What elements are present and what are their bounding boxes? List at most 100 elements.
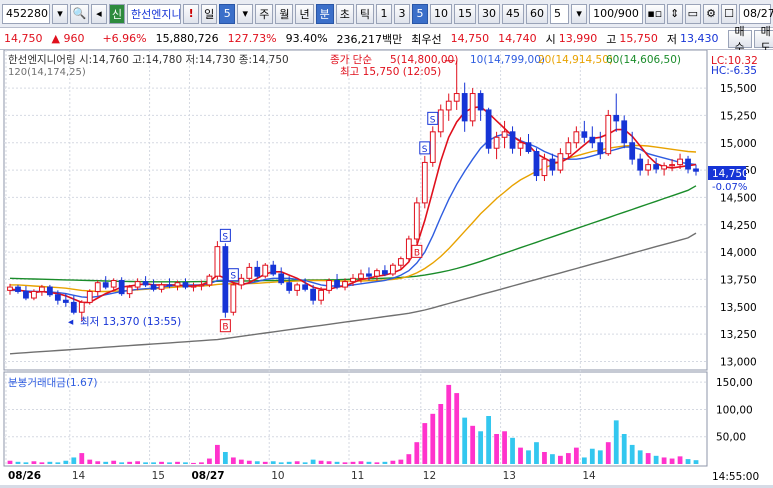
interval-select-text: 5 bbox=[553, 7, 561, 20]
code-dropdown-icon[interactable]: ▾ bbox=[52, 3, 68, 24]
stock-code-text: 452280 bbox=[6, 7, 48, 20]
current-price-tag: 14,750 bbox=[712, 168, 749, 180]
candle-body bbox=[397, 258, 404, 266]
candle-body bbox=[126, 286, 133, 295]
volume-bar bbox=[669, 458, 675, 464]
volume-bar bbox=[693, 460, 699, 464]
period-button-3[interactable]: 분 bbox=[315, 3, 334, 24]
volume-bar bbox=[470, 425, 476, 464]
buy-signal-label: B bbox=[222, 323, 228, 333]
interval-dropdown-icon[interactable]: ▾ bbox=[571, 3, 588, 24]
volume-tick-label: 100,00 bbox=[716, 404, 753, 416]
quote-strength: 93.40% bbox=[285, 32, 328, 45]
volume-bar bbox=[350, 461, 356, 464]
period-button-1[interactable]: 월 bbox=[275, 3, 294, 24]
volume-bar bbox=[246, 460, 252, 464]
date-field[interactable]: 08/27 bbox=[739, 3, 773, 24]
stock-name-field[interactable]: 한선엔지니어 bbox=[126, 3, 182, 24]
quote-best-ask: 14,750 bbox=[450, 32, 490, 45]
checkbox-icon[interactable]: ☐ bbox=[721, 3, 737, 24]
period-button-2[interactable]: 년 bbox=[295, 3, 314, 24]
candle-body bbox=[342, 281, 348, 288]
candle-body bbox=[246, 266, 253, 279]
low-annotation-arrow: ◂ bbox=[68, 316, 74, 328]
period-button-0[interactable]: 주 bbox=[255, 3, 274, 24]
period-button-5[interactable]: 틱 bbox=[355, 3, 374, 24]
candle-body bbox=[621, 120, 628, 144]
indicator-icon[interactable]: ▪▫ bbox=[644, 3, 665, 24]
candle-body bbox=[477, 93, 484, 111]
interval-button-60[interactable]: 60 bbox=[525, 3, 548, 24]
candle-body bbox=[254, 266, 261, 277]
buy-signal-label: B bbox=[414, 248, 420, 258]
count-field[interactable]: 100/900 bbox=[589, 3, 643, 24]
volume-bar bbox=[462, 417, 468, 464]
candle-body bbox=[653, 164, 660, 170]
interval-button-15[interactable]: 15 bbox=[453, 3, 476, 24]
volume-bar bbox=[597, 450, 603, 464]
volume-bar bbox=[550, 454, 555, 464]
sell-signal-label: S bbox=[222, 232, 228, 242]
interval-button-5[interactable]: 5 bbox=[411, 3, 428, 24]
interval-button-30[interactable]: 30 bbox=[477, 3, 500, 24]
period-button-4[interactable]: 초 bbox=[335, 3, 354, 24]
volume-bar bbox=[494, 434, 499, 464]
candle-body bbox=[142, 281, 149, 286]
candle-body bbox=[54, 294, 61, 301]
volume-bar bbox=[47, 461, 53, 464]
volume-bar bbox=[629, 444, 635, 464]
time-tick-label: 10 bbox=[271, 470, 284, 482]
chart-area[interactable]: S S B S S B 15,500 15,250 15,000 14,750 14,500 14,… bbox=[0, 49, 773, 485]
gear-icon[interactable]: ⚙ bbox=[703, 3, 719, 24]
candle-body bbox=[118, 280, 125, 295]
candle-body bbox=[366, 273, 372, 277]
candle-body bbox=[350, 277, 356, 283]
volume-bar bbox=[254, 461, 260, 464]
interval-button-1[interactable]: 1 bbox=[375, 3, 392, 24]
period-num-select[interactable]: 5 bbox=[219, 3, 236, 24]
price-tick-label: 14,000 bbox=[720, 247, 757, 259]
candle-body bbox=[302, 284, 309, 290]
search-icon[interactable]: 🔍 bbox=[70, 3, 89, 24]
candle-body bbox=[39, 286, 45, 292]
interval-button-45[interactable]: 45 bbox=[501, 3, 524, 24]
candle-body bbox=[278, 273, 285, 284]
candle-body bbox=[31, 290, 37, 299]
interval-select[interactable]: 5 bbox=[549, 3, 570, 24]
candle-body bbox=[270, 264, 277, 275]
warning-button[interactable]: ! bbox=[183, 3, 200, 24]
price-tick-label: 15,500 bbox=[720, 83, 757, 95]
candle-body bbox=[565, 142, 572, 155]
volume-bar bbox=[502, 431, 507, 464]
stock-code-input[interactable]: 452280 bbox=[2, 3, 50, 24]
zoom-icon[interactable]: ⇕ bbox=[666, 3, 683, 24]
sell-button[interactable]: 매도 bbox=[753, 25, 773, 54]
volume-bar bbox=[207, 458, 212, 464]
candle-body bbox=[70, 301, 77, 313]
volume-bar bbox=[15, 461, 21, 464]
period-num-dropdown-icon[interactable]: ▾ bbox=[237, 3, 254, 24]
credit-badge: 신 bbox=[108, 3, 125, 24]
candle-body bbox=[102, 282, 109, 288]
time-tick-label: 15 bbox=[152, 470, 165, 482]
quote-change: ▲ 960 bbox=[51, 32, 85, 45]
candle-body bbox=[110, 280, 117, 288]
stock-name-text: 한선엔지니어 bbox=[130, 7, 182, 21]
candle-body bbox=[134, 281, 141, 288]
candle-body bbox=[310, 288, 317, 301]
interval-button-10[interactable]: 10 bbox=[429, 3, 452, 24]
volume-bar bbox=[95, 461, 101, 464]
history-icon[interactable]: ◂ bbox=[90, 3, 107, 24]
save-icon[interactable]: ▭ bbox=[684, 3, 701, 24]
time-tick-label: 08/27 bbox=[191, 470, 224, 482]
candle-body bbox=[541, 158, 548, 177]
price-tick-label: 14,250 bbox=[720, 220, 757, 232]
interval-button-3[interactable]: 3 bbox=[393, 3, 410, 24]
buy-button[interactable]: 매수 bbox=[727, 25, 752, 54]
candle-body bbox=[637, 158, 644, 171]
period-day-button[interactable]: 일 bbox=[201, 3, 218, 24]
quote-low-label: 저 bbox=[666, 32, 678, 46]
candle-body bbox=[15, 286, 21, 292]
candle-body bbox=[86, 290, 93, 303]
candlestick-chart[interactable]: S S B S S B 15,500 15,250 15,000 14,750 14,500 14,… bbox=[0, 49, 773, 485]
